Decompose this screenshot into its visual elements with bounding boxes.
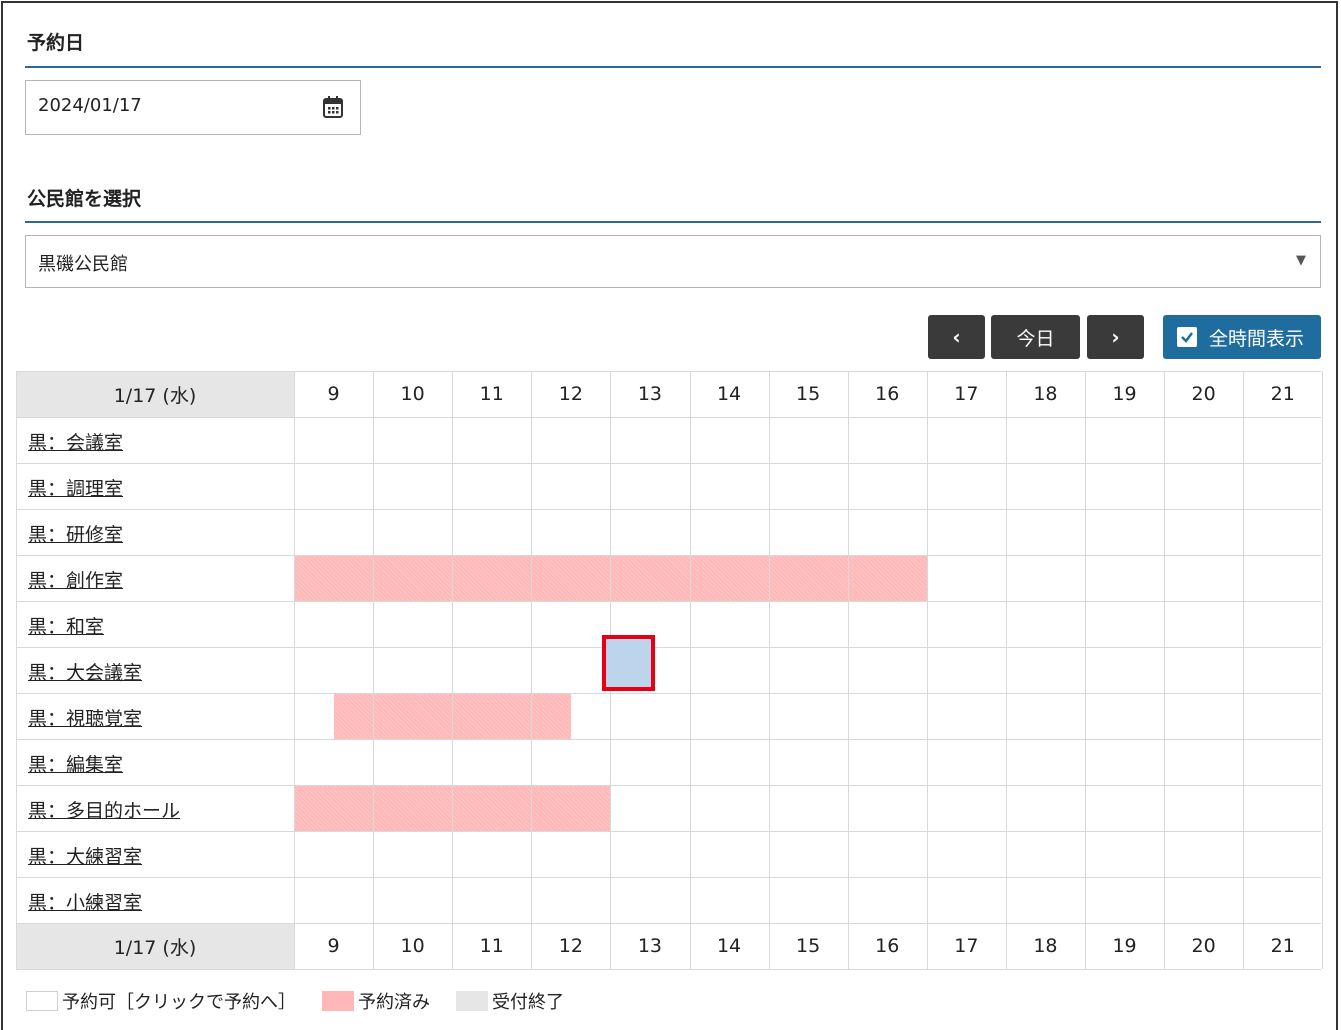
grid-col-line	[373, 371, 375, 969]
grid-row-line	[16, 739, 1321, 740]
grid-col-line	[16, 371, 17, 969]
hour-label: 16	[847, 923, 927, 969]
grid-row-line	[16, 555, 1321, 556]
reservation-date-input[interactable]: 2024/01/17	[25, 80, 361, 135]
hour-label: 13	[610, 371, 690, 417]
section-divider	[25, 221, 1321, 223]
grid-col-line	[1243, 371, 1245, 969]
legend-label-closed: 受付終了	[492, 992, 564, 1013]
hour-label: 17	[926, 923, 1006, 969]
hour-label: 11	[452, 923, 532, 969]
hour-label: 19	[1085, 923, 1165, 969]
grid-col-line	[847, 371, 849, 969]
room-link[interactable]: 黒：和室	[28, 612, 104, 639]
hall-select[interactable]: 黒磯公民館 ▼	[25, 235, 1321, 288]
grid-col-line	[531, 371, 533, 969]
hour-label: 20	[1164, 923, 1244, 969]
hour-label: 20	[1164, 371, 1244, 417]
legend: 予約可［クリックで予約へ］ 予約済み 受付終了	[26, 988, 590, 1014]
dropdown-caret-icon: ▼	[1296, 253, 1306, 268]
hour-label: 19	[1085, 371, 1165, 417]
legend-swatch-closed	[456, 991, 488, 1011]
hour-label: 16	[847, 371, 927, 417]
hour-label: 21	[1243, 371, 1323, 417]
grid-col-line	[926, 371, 928, 969]
hour-label: 18	[1005, 923, 1085, 969]
calendar-icon[interactable]	[322, 95, 344, 119]
grid-row-line	[16, 601, 1321, 602]
grid-col-line	[294, 371, 295, 969]
hour-label: 13	[610, 923, 690, 969]
hour-label: 10	[373, 371, 453, 417]
legend-label-free: 予約可［クリックで予約へ］	[62, 992, 296, 1013]
room-link[interactable]: 黒：視聴覚室	[28, 704, 142, 731]
chevron-right-icon: ›	[1111, 325, 1120, 349]
footer-date: 1/17 (水)	[16, 923, 294, 969]
room-link[interactable]: 黒：研修室	[28, 520, 123, 547]
grid-col-line	[689, 371, 691, 969]
reservation-date-heading: 予約日	[27, 32, 85, 54]
prev-day-button[interactable]: ‹	[928, 315, 985, 359]
hour-label: 12	[531, 923, 611, 969]
checkbox-checked-icon	[1177, 327, 1197, 347]
room-link[interactable]: 黒：創作室	[28, 566, 123, 593]
grid-row-line	[16, 417, 1321, 418]
header-date: 1/17 (水)	[16, 371, 294, 417]
show-all-hours-label: 全時間表示	[1209, 327, 1305, 350]
grid-row-line	[16, 463, 1321, 464]
hour-label: 9	[294, 371, 374, 417]
today-button-label: 今日	[1016, 327, 1055, 350]
legend-swatch-booked	[322, 991, 354, 1011]
grid-col-line	[1322, 371, 1324, 969]
room-link[interactable]: 黒：多目的ホール	[28, 796, 180, 823]
hour-label: 14	[689, 371, 769, 417]
grid-col-line	[1085, 371, 1086, 969]
show-all-hours-toggle[interactable]: 全時間表示	[1163, 315, 1321, 359]
grid-col-line	[768, 371, 770, 969]
hour-label: 18	[1005, 371, 1085, 417]
grid-col-line	[1005, 371, 1007, 969]
hour-label: 17	[926, 371, 1006, 417]
date-value: 2024/01/17	[38, 95, 142, 116]
room-link[interactable]: 黒：小練習室	[28, 888, 142, 915]
grid-row-line	[16, 647, 1321, 648]
legend-label-booked: 予約済み	[358, 992, 430, 1013]
hour-label: 21	[1243, 923, 1323, 969]
grid-row-line	[16, 693, 1321, 694]
hall-select-value: 黒磯公民館	[38, 254, 128, 275]
room-link[interactable]: 黒：会議室	[28, 428, 123, 455]
room-link[interactable]: 黒：調理室	[28, 474, 123, 501]
room-link[interactable]: 黒：大練習室	[28, 842, 142, 869]
hall-select-heading: 公民館を選択	[27, 188, 142, 210]
selected-slot[interactable]	[602, 635, 655, 691]
schedule-grid: 1/17 (水) 9 10 11 12 13 14 15 16 17 18 19 20 21 1/17 (水…	[16, 371, 1324, 972]
grid-row-line	[16, 877, 1321, 878]
hour-label: 10	[373, 923, 453, 969]
grid-row-line	[16, 969, 1321, 970]
hour-label: 15	[768, 923, 848, 969]
room-link[interactable]: 黒：大会議室	[28, 658, 142, 685]
hour-label: 12	[531, 371, 611, 417]
hour-label: 9	[294, 923, 374, 969]
grid-row-line	[16, 923, 1321, 924]
grid-row-line	[16, 785, 1321, 786]
hour-label: 14	[689, 923, 769, 969]
grid-col-line	[452, 371, 454, 969]
next-day-button[interactable]: ›	[1087, 315, 1144, 359]
chevron-left-icon: ‹	[952, 325, 961, 349]
room-link[interactable]: 黒：編集室	[28, 750, 123, 777]
hour-label: 15	[768, 371, 848, 417]
grid-col-line	[1164, 371, 1166, 969]
grid-row-line	[16, 509, 1321, 510]
hour-label: 11	[452, 371, 532, 417]
grid-row-line	[16, 371, 1321, 372]
grid-row-line	[16, 831, 1321, 832]
section-divider	[25, 66, 1321, 68]
today-button[interactable]: 今日	[991, 315, 1080, 359]
legend-swatch-free	[26, 991, 58, 1011]
